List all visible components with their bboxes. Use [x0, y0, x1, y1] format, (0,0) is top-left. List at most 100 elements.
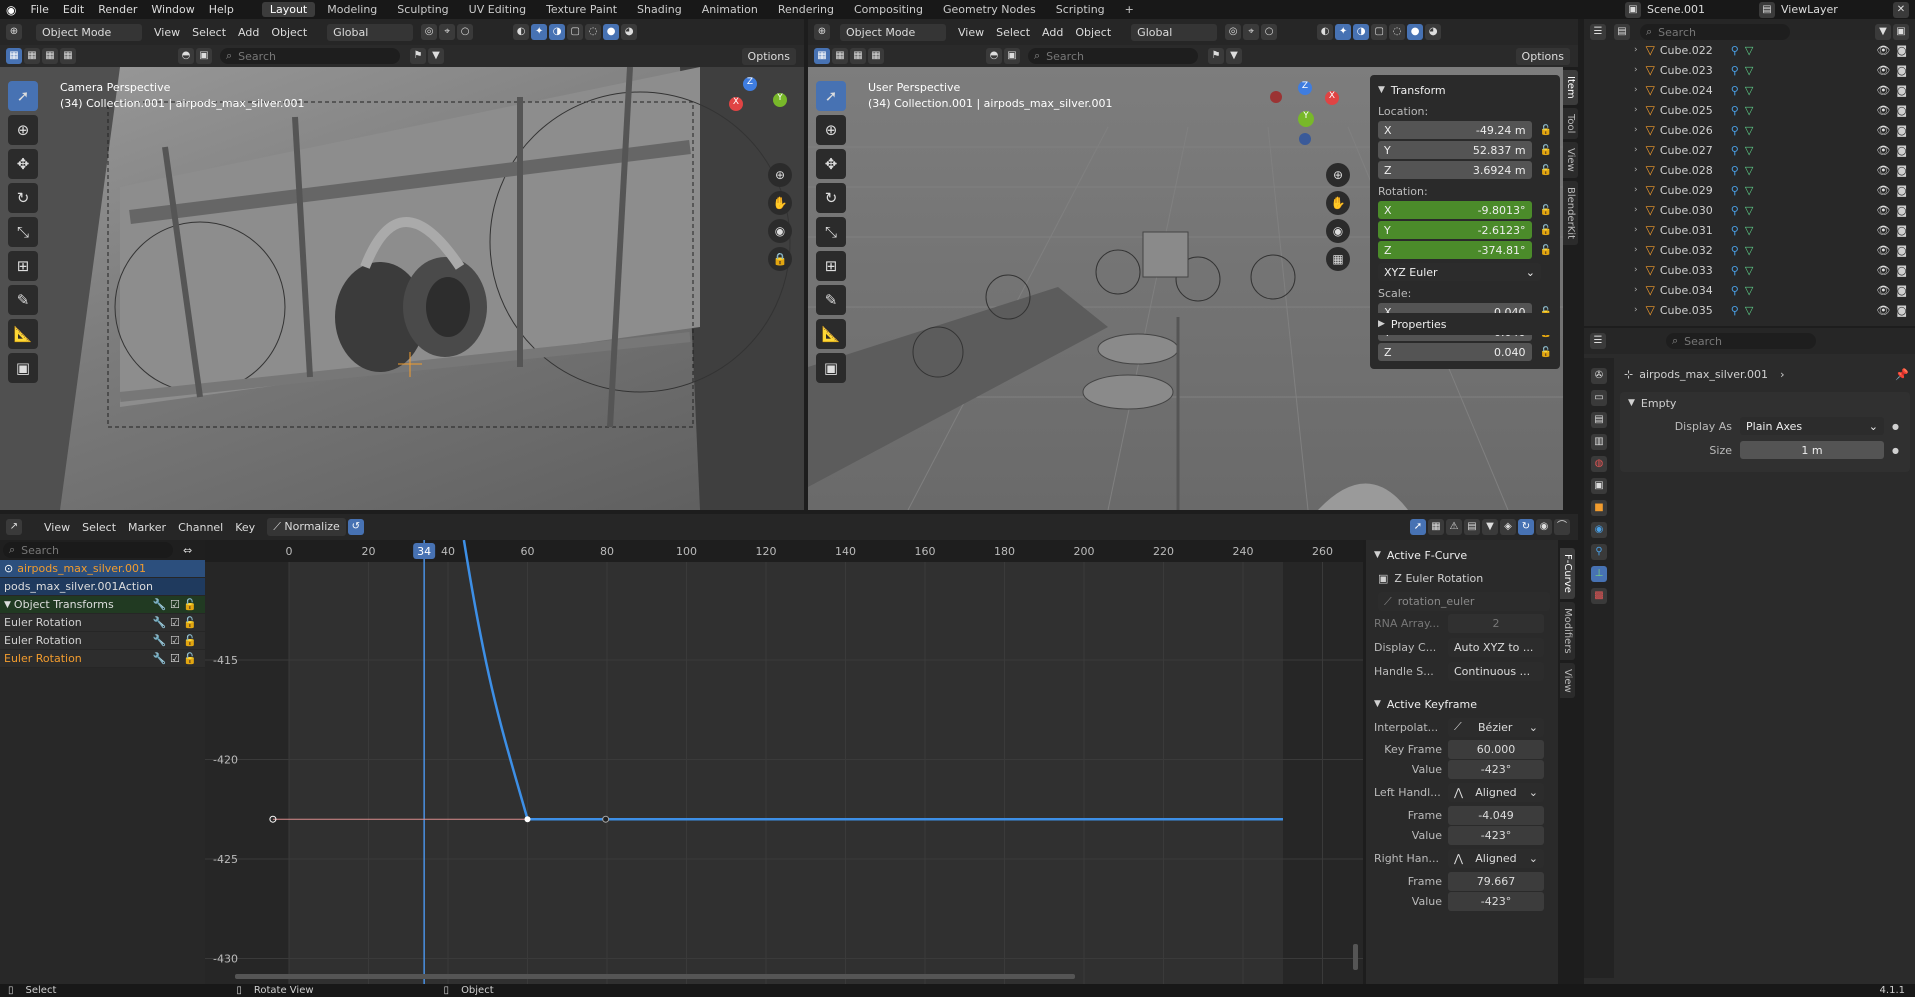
scale-z-field[interactable]: Z 0.040	[1378, 343, 1532, 361]
select-mode-icon[interactable]: ▦	[24, 48, 40, 64]
menu-view[interactable]: View	[44, 521, 70, 534]
snap-icon[interactable]: ⌖	[1243, 24, 1260, 40]
outliner-item[interactable]: › ▽ Cube.026 ⚲ ▽ 👁 ◙	[1584, 120, 1915, 140]
ghost-icon[interactable]: ▤	[1464, 519, 1480, 535]
tab-shading[interactable]: Shading	[629, 2, 690, 17]
outliner-search-input[interactable]: ⌕ Search	[1640, 24, 1790, 40]
right-nav-gizmo[interactable]: Z Y X	[1270, 81, 1340, 151]
channel-object[interactable]: ⊙ airpods_max_silver.001	[0, 560, 205, 578]
channel-toggles[interactable]: 🔧 ☑ 🔓	[153, 616, 197, 629]
normalize-toggle[interactable]: ⟋ Normalize	[267, 518, 346, 536]
falloff-icon[interactable]: ⌒	[1554, 519, 1570, 535]
tab-tool[interactable]: Tool	[1563, 107, 1578, 140]
expand-icon[interactable]: ›	[1634, 65, 1638, 75]
tab-uv-editing[interactable]: UV Editing	[461, 2, 534, 17]
menu-select[interactable]: Select	[192, 26, 226, 39]
shading-wire-icon[interactable]: ◌	[585, 24, 602, 40]
select-tool-icon[interactable]: ➚	[8, 81, 38, 111]
filter-icon[interactable]: ◓	[986, 48, 1002, 64]
outliner-item[interactable]: › ▽ Cube.027 ⚲ ▽ 👁 ◙	[1584, 140, 1915, 160]
handle-smoothing-dropdown[interactable]: Continuous ...	[1448, 661, 1544, 681]
menu-view[interactable]: View	[958, 26, 984, 39]
keyframe-dot-icon[interactable]: ●	[1892, 446, 1899, 455]
unlock-icon[interactable]: 🔓	[1540, 205, 1552, 216]
expand-icon[interactable]: ›	[1634, 145, 1638, 155]
proportional-icon[interactable]: ○	[1261, 24, 1278, 40]
expand-icon[interactable]: ›	[1634, 185, 1638, 195]
camera-render-icon[interactable]: ◙	[1896, 244, 1907, 257]
snap-icon[interactable]: ⌖	[439, 24, 456, 40]
rotation-y-field[interactable]: Y -2.6123°	[1378, 221, 1532, 239]
transform-tool-icon[interactable]: ⊞	[8, 251, 38, 281]
add-cube-tool-icon[interactable]: ▣	[8, 353, 38, 383]
camera-render-icon[interactable]: ◙	[1896, 184, 1907, 197]
annotate-tool-icon[interactable]: ✎	[8, 285, 38, 315]
eye-icon[interactable]: 👁	[1876, 44, 1890, 57]
only-selected-icon[interactable]: ➚	[1410, 519, 1426, 535]
data-tab-icon[interactable]: ⊥	[1591, 566, 1607, 582]
add-workspace-button[interactable]: +	[1117, 2, 1142, 17]
menu-object[interactable]: Object	[271, 26, 307, 39]
eye-icon[interactable]: 👁	[1876, 284, 1890, 297]
gizmo-neg-z-icon[interactable]	[1299, 133, 1311, 145]
eye-icon[interactable]: 👁	[1876, 204, 1890, 217]
rotation-x-field[interactable]: X -9.8013°	[1378, 201, 1532, 219]
add-cube-tool-icon[interactable]: ▣	[816, 353, 846, 383]
editor-type-icon[interactable]: ⊕	[6, 24, 22, 40]
mode-dropdown[interactable]: Object Mode	[840, 23, 946, 41]
move-tool-icon[interactable]: ✥	[816, 149, 846, 179]
channel-toggles[interactable]: 🔧 ☑ 🔓	[153, 634, 197, 647]
xray-icon[interactable]: ▢	[1371, 24, 1388, 40]
transform-header[interactable]: ▼ Transform	[1378, 81, 1552, 99]
select-mode2-icon[interactable]: ▦	[850, 48, 866, 64]
lock-icon[interactable]: 🔒	[768, 247, 792, 271]
menu-key[interactable]: Key	[235, 521, 255, 534]
select-box-icon[interactable]: ▦	[814, 48, 830, 64]
select-tool-icon[interactable]: ➚	[816, 81, 846, 111]
bookmark-icon[interactable]: ⚑	[1208, 48, 1224, 64]
options-button[interactable]: Options	[741, 47, 796, 65]
expand-icon[interactable]: ›	[1634, 165, 1638, 175]
funnel-icon[interactable]: ▼	[1226, 48, 1242, 64]
unlock-icon[interactable]: 🔓	[1540, 145, 1552, 156]
pin-icon[interactable]: 📌	[1895, 368, 1909, 381]
show-hidden-icon[interactable]: ▦	[1428, 519, 1444, 535]
editor-type-icon[interactable]: ☰	[1590, 333, 1606, 349]
scale-tool-icon[interactable]: ⤡	[8, 217, 38, 247]
display-mode-icon[interactable]: ▤	[1614, 24, 1630, 40]
expand-icon[interactable]: ›	[1634, 105, 1638, 115]
search-input[interactable]: ⌕ Search	[220, 48, 400, 64]
location-z-field[interactable]: Z 3.6924 m	[1378, 161, 1532, 179]
camera-render-icon[interactable]: ◙	[1896, 164, 1907, 177]
gizmo-y-icon[interactable]: Y	[1298, 111, 1314, 127]
gizmo-x-icon[interactable]: X	[729, 97, 743, 111]
editor-type-icon[interactable]: ↗	[6, 519, 22, 535]
pivot-icon[interactable]: ◎	[421, 24, 438, 40]
view-layer-tab-icon[interactable]: ▥	[1591, 434, 1607, 450]
cursor-tool-icon[interactable]: ⊕	[8, 115, 38, 145]
menu-add[interactable]: Add	[1042, 26, 1063, 39]
constraints-tab-icon[interactable]: ⚲	[1591, 544, 1607, 560]
camera-render-icon[interactable]: ◙	[1896, 44, 1907, 57]
channel-action[interactable]: pods_max_silver.001Action	[0, 578, 205, 596]
camera-icon[interactable]: ◉	[768, 219, 792, 243]
outliner-item[interactable]: › ▽ Cube.028 ⚲ ▽ 👁 ◙	[1584, 160, 1915, 180]
xray-icon[interactable]: ▢	[567, 24, 584, 40]
rh-frame-field[interactable]: 79.667	[1448, 871, 1544, 891]
orientation-dropdown[interactable]: Global	[327, 23, 414, 41]
display-as-dropdown[interactable]: Plain Axes ⌄	[1740, 417, 1884, 435]
errors-icon[interactable]: ⚠	[1446, 519, 1462, 535]
left-nav-gizmo[interactable]: X Y Z	[725, 77, 787, 137]
outliner-item[interactable]: › ▽ Cube.030 ⚲ ▽ 👁 ◙	[1584, 200, 1915, 220]
rna-array-field[interactable]: 2	[1448, 613, 1544, 633]
output-tab-icon[interactable]: ▤	[1591, 412, 1607, 428]
outliner-item[interactable]: › ▽ Cube.029 ⚲ ▽ 👁 ◙	[1584, 180, 1915, 200]
auto-normalize-icon[interactable]: ↺	[347, 519, 364, 535]
overlay-icon[interactable]: ◑	[1353, 24, 1370, 40]
camera-render-icon[interactable]: ◙	[1896, 284, 1907, 297]
physics-tab-icon[interactable]: ◉	[1591, 522, 1607, 538]
gizmo-icon[interactable]: ✦	[1335, 24, 1352, 40]
eye-icon[interactable]: 👁	[1876, 224, 1890, 237]
eye-icon[interactable]: 👁	[1876, 124, 1890, 137]
active-keyframe-header[interactable]: ▼ Active Keyframe	[1366, 693, 1558, 715]
